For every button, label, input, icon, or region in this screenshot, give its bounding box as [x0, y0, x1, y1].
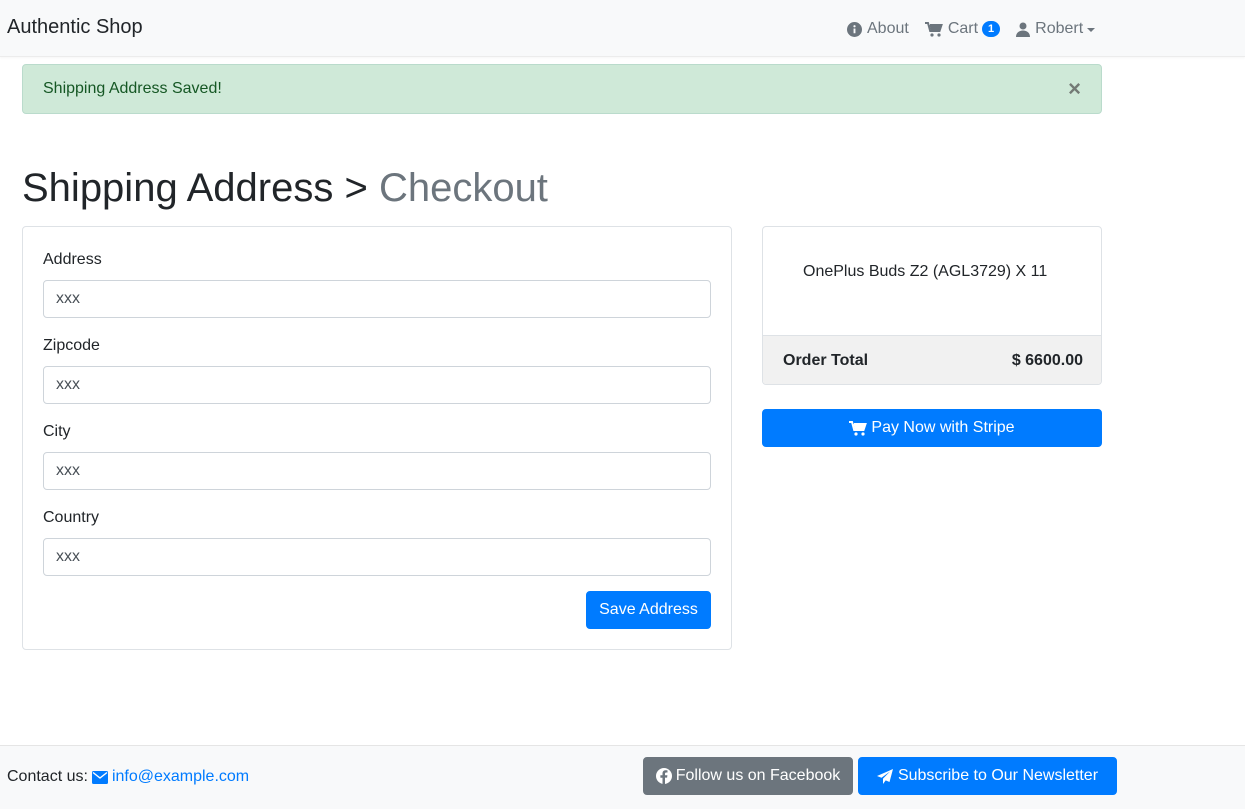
subscribe-newsletter-button[interactable]: Subscribe to Our Newsletter [858, 757, 1117, 795]
contact-label: Contact us: [7, 768, 88, 785]
zipcode-field[interactable] [43, 366, 711, 404]
save-address-button[interactable]: Save Address [586, 591, 711, 629]
country-label: Country [43, 509, 100, 526]
close-icon[interactable]: × [1068, 77, 1081, 101]
address-field[interactable] [43, 280, 711, 318]
navbar: Authentic Shop About Cart 1 Robert [0, 0, 1245, 57]
city-label: City [43, 423, 71, 440]
order-total-label: Order Total [783, 352, 869, 369]
cart-count-badge: 1 [982, 21, 1001, 37]
contact-info: Contact us: info@example.com [7, 768, 249, 786]
follow-facebook-button[interactable]: Follow us on Facebook [643, 757, 853, 795]
shopping-cart-icon [849, 420, 868, 436]
order-summary-card: OnePlus Buds Z2 (AGL3729) X 11 Order Tot… [762, 226, 1102, 385]
order-item: OnePlus Buds Z2 (AGL3729) X 11 [803, 263, 1048, 280]
facebook-button-label: Follow us on Facebook [675, 767, 841, 784]
order-total-value: $ 6600.00 [1011, 352, 1083, 369]
pay-with-stripe-button[interactable]: Pay Now with Stripe [762, 409, 1102, 447]
page-title-main: Shipping Address > [22, 166, 368, 210]
chevron-down-icon [1087, 27, 1096, 32]
shopping-cart-icon [924, 21, 943, 37]
brand-link[interactable]: Authentic Shop [7, 16, 143, 39]
envelope-icon [91, 770, 108, 784]
user-name: Robert [1035, 20, 1084, 37]
city-field[interactable] [43, 452, 711, 490]
address-label: Address [43, 251, 102, 268]
order-total-row: Order Total $ 6600.00 [763, 335, 1101, 384]
zipcode-label: Zipcode [43, 337, 100, 354]
nav-links: About Cart 1 Robert [847, 18, 1096, 40]
email-link[interactable]: info@example.com [91, 768, 250, 786]
success-alert: Shipping Address Saved! × [22, 64, 1102, 114]
email-address: info@example.com [111, 768, 250, 785]
nav-cart-link[interactable]: Cart 1 [924, 20, 1001, 38]
page-title-muted: Checkout [378, 166, 548, 210]
alert-message: Shipping Address Saved! [43, 80, 222, 97]
shipping-form-card: Address Zipcode City Country Save Addres… [22, 226, 732, 650]
paper-plane-icon [876, 768, 893, 784]
pay-button-label: Pay Now with Stripe [871, 419, 1015, 436]
info-circle-icon [847, 21, 862, 37]
nav-about-label: About [867, 20, 909, 37]
country-field[interactable] [43, 538, 711, 576]
user-dropdown-toggle[interactable]: Robert [1016, 20, 1096, 38]
newsletter-button-label: Subscribe to Our Newsletter [897, 767, 1099, 784]
nav-about-link[interactable]: About [847, 20, 909, 38]
user-icon [1016, 22, 1031, 37]
page-title: Shipping Address > Checkout [22, 164, 548, 212]
facebook-icon [655, 768, 672, 784]
nav-cart-label: Cart [947, 20, 979, 37]
footer: Contact us: info@example.com Follow us o… [0, 745, 1245, 809]
